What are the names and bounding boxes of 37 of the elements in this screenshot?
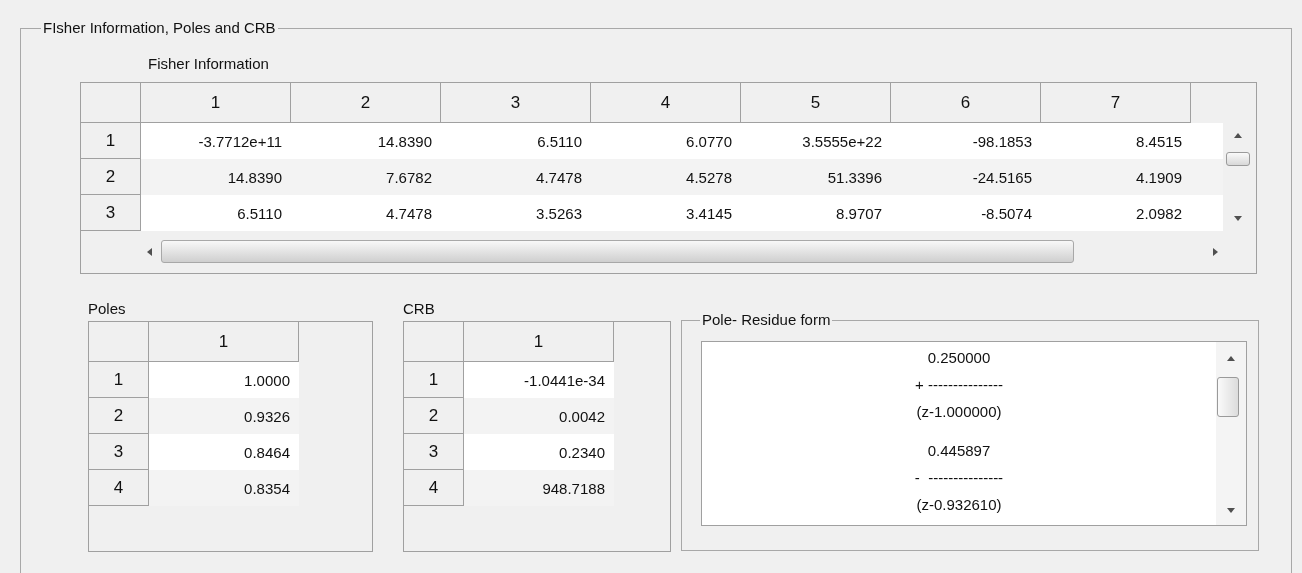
- numerator-text: 0.445897: [927, 441, 991, 461]
- table-label: CRB: [403, 300, 436, 317]
- table-cell: 14.8390: [291, 123, 441, 159]
- scroll-down-icon[interactable]: [1233, 213, 1243, 223]
- table-cell: 6.5110: [141, 195, 291, 231]
- scroll-down-icon[interactable]: [1226, 505, 1236, 515]
- scrollbar-thumb[interactable]: [1217, 377, 1239, 417]
- table-cell: 0.8464: [149, 434, 299, 470]
- table-cell: 8.4515: [1041, 123, 1223, 159]
- denominator-text: (z-0.932610): [916, 495, 1002, 515]
- table-cell: 6.0770: [591, 123, 741, 159]
- table-label: Poles: [88, 300, 127, 317]
- table-cell: 3.4145: [591, 195, 741, 231]
- table-cell: 8.9707: [741, 195, 891, 231]
- scroll-right-icon[interactable]: [1210, 246, 1220, 257]
- scrollbar-thumb[interactable]: [1226, 152, 1250, 166]
- fraction-line-text: + ---------------: [915, 375, 1003, 395]
- table-cell: 1.0000: [149, 362, 299, 398]
- scroll-up-icon[interactable]: [1226, 354, 1236, 364]
- table-cell: -3.7712e+11: [141, 123, 291, 159]
- table-cell: 6.5110: [441, 123, 591, 159]
- table-label: Fisher Information: [148, 55, 269, 72]
- table-cell: 4.7478: [291, 195, 441, 231]
- table-cell: 0.2340: [464, 434, 614, 470]
- scroll-up-icon[interactable]: [1233, 131, 1243, 141]
- group-title: FIsher Information, Poles and CRB: [41, 19, 278, 37]
- fraction-line-text: - ---------------: [914, 468, 1004, 488]
- numerator-text: 0.250000: [927, 348, 991, 368]
- scroll-left-icon[interactable]: [145, 246, 155, 257]
- table-cell: -1.0441e-34: [464, 362, 614, 398]
- table-cell: 3.5263: [441, 195, 591, 231]
- denominator-text: (z-1.000000): [916, 402, 1002, 422]
- table-cell: 2.0982: [1041, 195, 1223, 231]
- table-cell: -98.1853: [891, 123, 1041, 159]
- table-cell: -8.5074: [891, 195, 1041, 231]
- table-cell: 3.5555e+22: [741, 123, 891, 159]
- scrollbar-thumb[interactable]: [161, 240, 1074, 263]
